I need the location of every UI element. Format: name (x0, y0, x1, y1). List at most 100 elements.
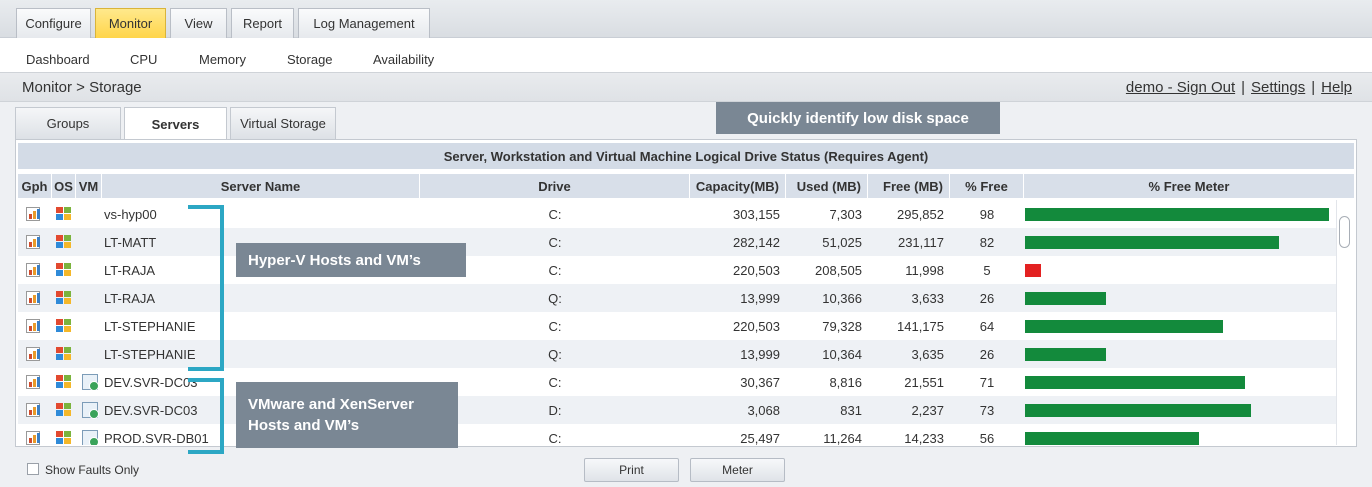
free-meter-bar[interactable] (1025, 376, 1245, 389)
pct-free-cell: 26 (979, 346, 995, 362)
settings-link[interactable]: Settings (1251, 79, 1305, 96)
server-name-cell: vs-hyp00 (104, 206, 157, 222)
used-cell: 51,025 (822, 234, 862, 250)
graph-icon[interactable] (26, 291, 40, 305)
free-meter-bar[interactable] (1025, 264, 1041, 277)
col-used[interactable]: Used (MB) (786, 174, 868, 198)
virtual-machine-icon (82, 430, 99, 445)
free-meter-bar[interactable] (1025, 404, 1251, 417)
nav-storage[interactable]: Storage (287, 52, 333, 67)
vmware-bracket (188, 378, 224, 454)
nav-cpu[interactable]: CPU (130, 52, 157, 67)
tab-configure[interactable]: Configure (16, 8, 91, 38)
free-cell: 231,117 (897, 234, 944, 250)
vmware-callout-line-2: Hosts and VM’s (248, 417, 360, 434)
show-faults-checkbox[interactable] (27, 463, 39, 475)
capacity-cell: 30,367 (740, 374, 780, 390)
virtual-machine-icon (82, 374, 99, 391)
drive-cell: C: (548, 206, 562, 222)
nav-memory[interactable]: Memory (199, 52, 246, 67)
used-cell: 10,364 (822, 346, 862, 362)
free-meter-bar[interactable] (1025, 208, 1329, 221)
free-cell: 3,635 (911, 346, 944, 362)
tab-report[interactable]: Report (231, 8, 294, 38)
show-faults-label: Show Faults Only (45, 463, 140, 477)
col-free-meter[interactable]: % Free Meter (1024, 174, 1354, 198)
tab-log-management[interactable]: Log Management (298, 8, 430, 38)
capacity-cell: 13,999 (740, 290, 780, 306)
hyperv-callout: Hyper-V Hosts and VM’s (236, 243, 466, 277)
col-pct-free[interactable]: % Free (950, 174, 1024, 198)
scrollbar-thumb[interactable] (1339, 216, 1350, 248)
meter-button[interactable]: Meter (690, 458, 785, 482)
graph-icon[interactable] (26, 207, 40, 221)
nav-availability[interactable]: Availability (373, 52, 434, 67)
pct-free-cell: 71 (979, 374, 995, 390)
sign-out-link[interactable]: demo - Sign Out (1126, 79, 1235, 96)
graph-icon[interactable] (26, 403, 40, 417)
table-caption: Server, Workstation and Virtual Machine … (18, 143, 1354, 169)
pct-free-cell: 5 (983, 262, 991, 278)
server-name-cell: LT-STEPHANIE (104, 346, 196, 362)
table-header: Gph OS VM Server Name Drive Capacity(MB)… (18, 174, 1354, 198)
capacity-cell: 220,503 (733, 262, 780, 278)
tab-groups[interactable]: Groups (15, 107, 121, 139)
graph-icon[interactable] (26, 319, 40, 333)
free-meter-bar[interactable] (1025, 292, 1106, 305)
tab-view[interactable]: View (170, 8, 227, 38)
graph-icon[interactable] (26, 235, 40, 249)
col-os[interactable]: OS (52, 174, 76, 198)
windows-os-icon (56, 291, 72, 305)
server-name-cell: LT-STEPHANIE (104, 318, 196, 334)
breadcrumb: Monitor > Storage (22, 79, 142, 96)
col-free[interactable]: Free (MB) (868, 174, 950, 198)
drive-cell: D: (548, 402, 562, 418)
server-name-cell: LT-RAJA (104, 290, 156, 306)
table-scrollbar[interactable] (1336, 200, 1352, 445)
tab-virtual-storage[interactable]: Virtual Storage (230, 107, 336, 139)
windows-os-icon (56, 403, 72, 417)
col-vm[interactable]: VM (76, 174, 102, 198)
col-gph[interactable]: Gph (18, 174, 52, 198)
vmware-callout: VMware and XenServer Hosts and VM’s (236, 382, 458, 448)
free-cell: 14,233 (904, 430, 944, 446)
free-meter-bar[interactable] (1025, 432, 1199, 445)
used-cell: 831 (840, 402, 862, 418)
free-cell: 3,633 (911, 290, 944, 306)
windows-os-icon (56, 431, 72, 445)
graph-icon[interactable] (26, 431, 40, 445)
free-meter-bar[interactable] (1025, 320, 1223, 333)
top-tab-bar: Configure Monitor View Report Log Manage… (0, 0, 1372, 38)
col-server-name[interactable]: Server Name (102, 174, 420, 198)
print-button[interactable]: Print (584, 458, 679, 482)
windows-os-icon (56, 235, 72, 249)
help-link[interactable]: Help (1321, 79, 1352, 96)
breadcrumb-bar: Monitor > Storage demo - Sign Out | Settin… (0, 72, 1372, 102)
windows-os-icon (56, 319, 72, 333)
pct-free-cell: 26 (979, 290, 995, 306)
low-disk-callout: Quickly identify low disk space (716, 102, 1000, 134)
capacity-cell: 3,068 (747, 402, 780, 418)
tab-servers[interactable]: Servers (124, 107, 227, 141)
sub-navigation: Dashboard CPU Memory Storage Availabilit… (0, 38, 1372, 72)
capacity-cell: 13,999 (740, 346, 780, 362)
nav-dashboard[interactable]: Dashboard (26, 52, 90, 67)
hyperv-bracket (188, 205, 224, 371)
drive-cell: Q: (548, 290, 562, 306)
col-drive[interactable]: Drive (420, 174, 690, 198)
free-cell: 21,551 (904, 374, 944, 390)
windows-os-icon (56, 263, 72, 277)
graph-icon[interactable] (26, 375, 40, 389)
drive-cell: C: (548, 374, 562, 390)
graph-icon[interactable] (26, 347, 40, 361)
link-separator: | (1241, 79, 1246, 96)
pct-free-cell: 98 (979, 206, 995, 222)
free-cell: 11,998 (905, 262, 944, 278)
capacity-cell: 303,155 (733, 206, 780, 222)
col-capacity[interactable]: Capacity(MB) (690, 174, 786, 198)
tab-monitor[interactable]: Monitor (95, 8, 166, 38)
capacity-cell: 25,497 (740, 430, 780, 446)
free-meter-bar[interactable] (1025, 236, 1279, 249)
graph-icon[interactable] (26, 263, 40, 277)
free-meter-bar[interactable] (1025, 348, 1106, 361)
